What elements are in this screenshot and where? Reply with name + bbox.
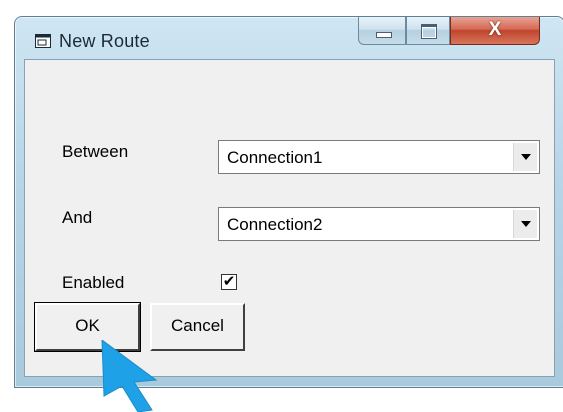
minimize-icon bbox=[376, 32, 392, 38]
title-bar[interactable]: New Route X bbox=[15, 17, 563, 59]
checkmark-icon: ✔ bbox=[222, 273, 236, 290]
caption-buttons: X bbox=[358, 17, 563, 51]
and-combo-value: Connection2 bbox=[227, 215, 323, 234]
maximize-icon bbox=[421, 24, 437, 39]
screenshot-stage: New Route X Between Connection1 And Conn… bbox=[0, 0, 563, 412]
chevron-down-icon[interactable] bbox=[513, 143, 537, 171]
new-route-dialog: New Route X Between Connection1 And Conn… bbox=[14, 16, 563, 388]
enabled-label: Enabled bbox=[62, 273, 125, 292]
and-combo[interactable]: Connection2 bbox=[218, 207, 540, 241]
window-app-icon[interactable] bbox=[35, 34, 51, 48]
between-label: Between bbox=[62, 142, 129, 161]
maximize-button[interactable] bbox=[406, 17, 450, 45]
and-label: And bbox=[62, 208, 93, 227]
between-combo-value: Connection1 bbox=[227, 148, 323, 167]
close-icon: X bbox=[488, 19, 502, 40]
mouse-pointer-icon bbox=[101, 340, 158, 412]
enabled-checkbox[interactable]: ✔ bbox=[221, 274, 237, 290]
chevron-down-icon[interactable] bbox=[513, 210, 537, 238]
minimize-button[interactable] bbox=[358, 17, 406, 45]
window-title: New Route bbox=[59, 31, 150, 51]
close-button[interactable]: X bbox=[450, 17, 540, 45]
dialog-client-area: Between Connection1 And Connection2 Enab… bbox=[24, 59, 555, 377]
between-combo[interactable]: Connection1 bbox=[218, 140, 540, 174]
